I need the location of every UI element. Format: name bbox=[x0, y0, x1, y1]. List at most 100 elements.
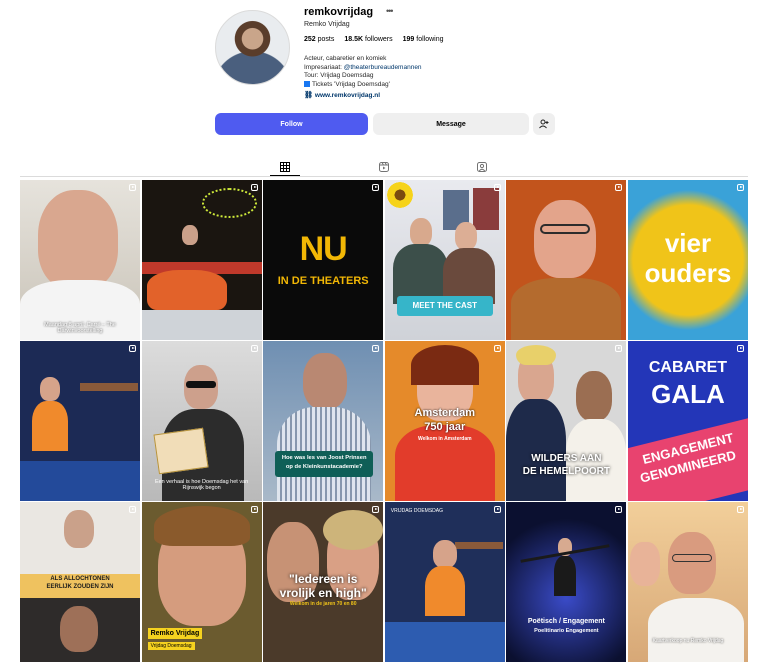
more-options-icon[interactable]: ••• bbox=[386, 6, 394, 16]
show-label: Vrijdag Doemsdag bbox=[147, 642, 195, 650]
website-link[interactable]: ⛓ www.remkovrijdag.nl bbox=[304, 91, 380, 99]
name-label: Remko Vrijdag bbox=[147, 628, 203, 639]
reels-icon[interactable] bbox=[377, 160, 391, 174]
post-tile[interactable]: VRIJDAG DOEMSDAG bbox=[384, 502, 505, 662]
post-subheadline: DE HEMELPOORT bbox=[522, 466, 610, 477]
post-tile[interactable]: MEET THE CAST bbox=[384, 180, 505, 340]
bio: Acteur, cabaretier en komiek Impresariaa… bbox=[304, 55, 422, 88]
post-headline: vier bbox=[664, 228, 712, 258]
person-image bbox=[40, 377, 60, 401]
meet-the-cast-badge: MEET THE CAST bbox=[396, 296, 493, 316]
reel-icon bbox=[129, 184, 136, 191]
person-image bbox=[181, 225, 198, 245]
post-tile[interactable]: NU IN DE THEATERS bbox=[263, 180, 384, 340]
glasses-icon bbox=[540, 224, 591, 234]
reel-icon bbox=[736, 506, 744, 513]
post-headline: ALS ALLOCHTONEN bbox=[50, 576, 110, 582]
post-subheadline: 750 jaar bbox=[424, 421, 466, 433]
post-tile[interactable] bbox=[20, 341, 140, 501]
reel-icon bbox=[250, 506, 258, 513]
person-image bbox=[60, 606, 98, 652]
post-caption: Kaartverkoop nu Remko Vrijdag bbox=[652, 638, 724, 644]
sunglasses-icon bbox=[185, 381, 216, 388]
ticket-icon bbox=[304, 80, 310, 87]
hair-image bbox=[410, 345, 479, 385]
reel-icon bbox=[250, 184, 258, 191]
post-tile[interactable]: CABARET GALA ENGAGEMENT GENOMINEERD bbox=[627, 341, 748, 501]
glasses-icon bbox=[671, 554, 712, 562]
hand-image bbox=[629, 542, 660, 586]
link-icon: ⛓ bbox=[304, 92, 313, 99]
stage-prop bbox=[201, 188, 257, 218]
reel-icon bbox=[493, 506, 501, 513]
reel-icon bbox=[493, 184, 501, 191]
person-image bbox=[506, 399, 567, 501]
stage-prop bbox=[146, 270, 227, 310]
follow-button[interactable]: Follow bbox=[215, 113, 368, 135]
person-image bbox=[392, 244, 448, 304]
post-tile[interactable]: Amsterdam 750 jaar Welkom in Amsterdam bbox=[384, 341, 505, 501]
post-tile[interactable] bbox=[506, 180, 627, 340]
person-image bbox=[64, 510, 94, 548]
person-image bbox=[38, 190, 118, 290]
profile-stats: 252 posts 18.5K followers 199 following bbox=[304, 36, 444, 43]
post-subheadline: ouders bbox=[644, 258, 732, 288]
reel-icon bbox=[129, 345, 136, 352]
post-tile[interactable]: Hoe was les van Joost Prinsen op de Klei… bbox=[263, 341, 384, 501]
person-image bbox=[534, 200, 597, 278]
username: remkovrijdag bbox=[304, 6, 374, 18]
impresariaat-link[interactable]: @theaterbureaudemannen bbox=[344, 64, 422, 71]
post-headline: NU bbox=[299, 230, 348, 268]
book-image bbox=[153, 427, 209, 475]
post-tile[interactable]: Poëtisch / Engagement Poelitinario Engag… bbox=[506, 502, 627, 662]
active-tab-indicator bbox=[270, 175, 300, 176]
post-headline: Poëtisch / Engagement bbox=[527, 618, 605, 625]
stage-floor bbox=[141, 310, 262, 340]
reel-icon bbox=[615, 506, 623, 513]
reel-icon bbox=[736, 345, 744, 352]
reel-icon bbox=[736, 184, 744, 191]
post-tile[interactable]: Kaartverkoop nu Remko Vrijdag bbox=[627, 502, 748, 662]
post-subheadline: EERLIJK ZOUDEN ZIJN bbox=[46, 584, 114, 590]
question-badge: Hoe was les van Joost Prinsen op de Klei… bbox=[275, 451, 374, 477]
wall-poster bbox=[472, 188, 499, 230]
post-tile[interactable]: WILDERS AAN DE HEMELPOORT bbox=[506, 341, 627, 501]
profile-picture[interactable] bbox=[215, 10, 290, 85]
stage-table bbox=[80, 383, 138, 443]
message-button[interactable]: Message bbox=[373, 113, 529, 135]
post-tile[interactable]: "Iedereen is vrolijk en high" Welkom in … bbox=[263, 502, 384, 662]
following-count[interactable]: 199 following bbox=[403, 36, 444, 43]
stage-floor bbox=[384, 622, 505, 662]
post-subheadline: vrolijk en high" bbox=[279, 586, 367, 600]
reel-icon bbox=[372, 184, 380, 191]
tagged-icon[interactable] bbox=[475, 160, 489, 174]
hair-image bbox=[153, 506, 250, 546]
post-headline: CABARET bbox=[648, 359, 728, 376]
person-image bbox=[409, 218, 432, 246]
post-tile[interactable] bbox=[141, 180, 262, 340]
person-image bbox=[576, 371, 613, 421]
grid-icon[interactable] bbox=[278, 160, 292, 174]
post-caption: Welkom in de jaren 70 en 80 bbox=[289, 601, 357, 607]
followers-count[interactable]: 18.5K followers bbox=[344, 36, 392, 43]
hair-image bbox=[323, 510, 384, 550]
post-tile[interactable]: Remko Vrijdag Vrijdag Doemsdag bbox=[141, 502, 262, 662]
sunflower-icon bbox=[384, 180, 415, 210]
person-image bbox=[554, 556, 577, 596]
full-name: Remko Vrijdag bbox=[304, 21, 350, 28]
hair-image bbox=[516, 345, 557, 365]
person-image bbox=[432, 540, 457, 568]
post-tile[interactable]: Een verhaal is hoe Doemsdag het van Rijn… bbox=[141, 341, 262, 501]
reel-icon bbox=[250, 345, 258, 352]
add-user-icon[interactable] bbox=[533, 113, 555, 135]
posts-grid: Maandag 8 april, Carré – The Darwinvoors… bbox=[20, 180, 748, 662]
post-headline: "Iedereen is bbox=[288, 572, 358, 586]
post-tile[interactable]: Maandag 8 april, Carré – The Darwinvoors… bbox=[20, 180, 140, 340]
post-caption: Een verhaal is hoe Doemsdag het van Rijn… bbox=[154, 479, 249, 491]
post-tile[interactable]: ALS ALLOCHTONEN EERLIJK ZOUDEN ZIJN bbox=[20, 502, 140, 662]
post-subheadline: Poelitinario Engagement bbox=[534, 628, 599, 634]
post-tile[interactable]: vier ouders bbox=[627, 180, 748, 340]
person-image bbox=[424, 566, 465, 616]
person-image bbox=[511, 278, 622, 340]
person-image bbox=[454, 222, 477, 250]
